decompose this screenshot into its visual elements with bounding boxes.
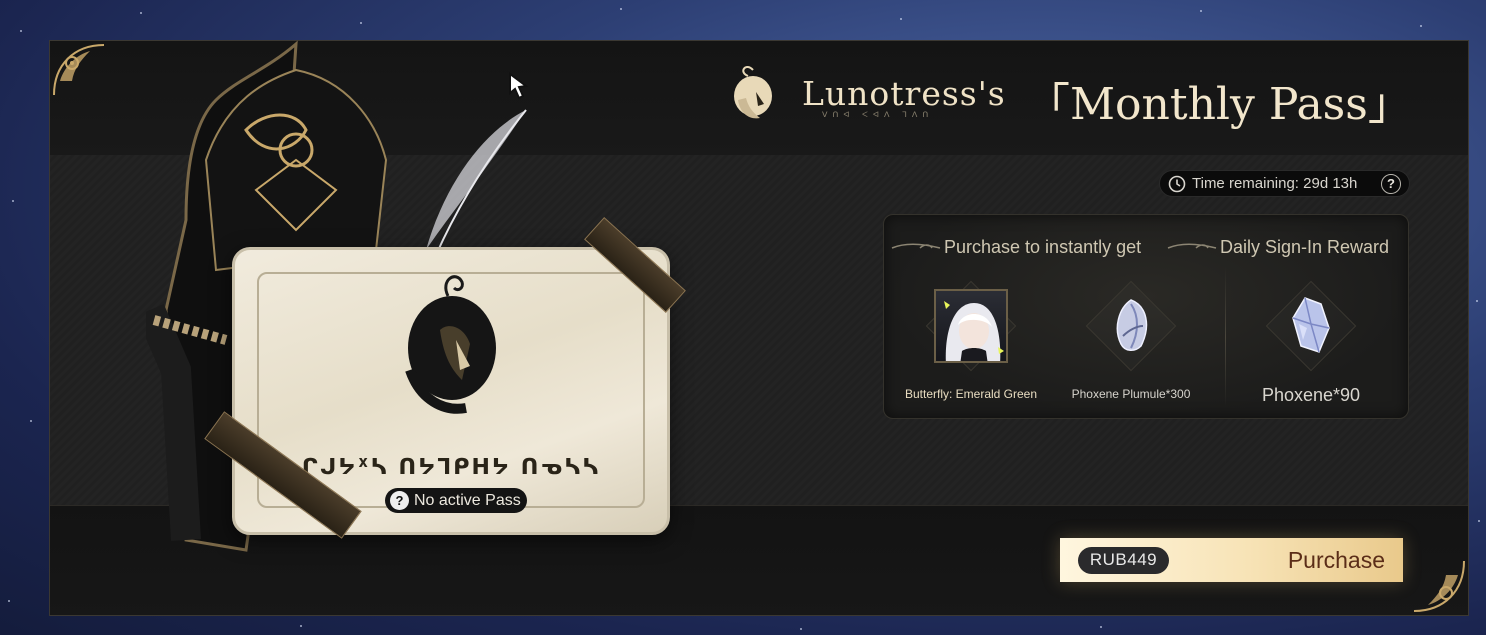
character-portrait-icon	[934, 289, 1008, 363]
character-head-icon	[734, 66, 772, 119]
ornament-corner-icon	[1413, 560, 1465, 612]
clock-icon	[1168, 175, 1186, 192]
purchase-button[interactable]: RUB449 Purchase	[1060, 538, 1403, 582]
mouse-cursor-icon	[509, 72, 529, 100]
time-remaining-text: Time remaining: 29d 13h	[1192, 175, 1358, 192]
question-icon[interactable]: ?	[1381, 173, 1401, 194]
character-name-runes: ᐯᑎᐊ ᐸᐊᐱ ᒣᐱᑎ	[822, 110, 934, 119]
character-name: Lunotress's	[802, 74, 1006, 113]
reward-item-plumule[interactable]: Phoxene Plumule*300	[1056, 280, 1206, 401]
reward-label: Butterfly: Emerald Green	[904, 387, 1038, 401]
reward-item-butterfly[interactable]: Butterfly: Emerald Green	[896, 280, 1046, 401]
purchase-label: Purchase	[1287, 546, 1385, 573]
question-icon: ?	[390, 491, 409, 510]
time-remaining-badge: Time remaining: 29d 13h ?	[1159, 170, 1410, 197]
instant-rewards-heading: Purchase to instantly get	[944, 237, 1142, 257]
reward-label: Phoxene Plumule*300	[1071, 387, 1191, 401]
swirl-ornament-icon	[1167, 243, 1217, 249]
swirl-ornament-icon	[891, 243, 941, 249]
pass-status-badge[interactable]: ? No active Pass	[385, 488, 527, 513]
price-badge: RUB449	[1078, 546, 1169, 574]
page-title: 「Monthly Pass」	[1026, 79, 1412, 130]
reward-label: Phoxene*90	[1261, 385, 1361, 405]
pass-title: Lunotress's ᐯᑎᐊ ᐸᐊᐱ ᒣᐱᑎ 「Monthly Pass」	[730, 60, 1430, 130]
rewards-panel: Purchase to instantly get Daily Sign-In …	[883, 214, 1409, 419]
section-divider	[1225, 267, 1226, 407]
character-emblem-icon	[405, 275, 496, 414]
ornament-corner-icon	[53, 44, 105, 96]
reward-item-phoxene[interactable]: Phoxene*90	[1236, 280, 1386, 406]
daily-rewards-heading: Daily Sign-In Reward	[1220, 237, 1390, 257]
pass-status-text: No active Pass	[414, 491, 521, 509]
